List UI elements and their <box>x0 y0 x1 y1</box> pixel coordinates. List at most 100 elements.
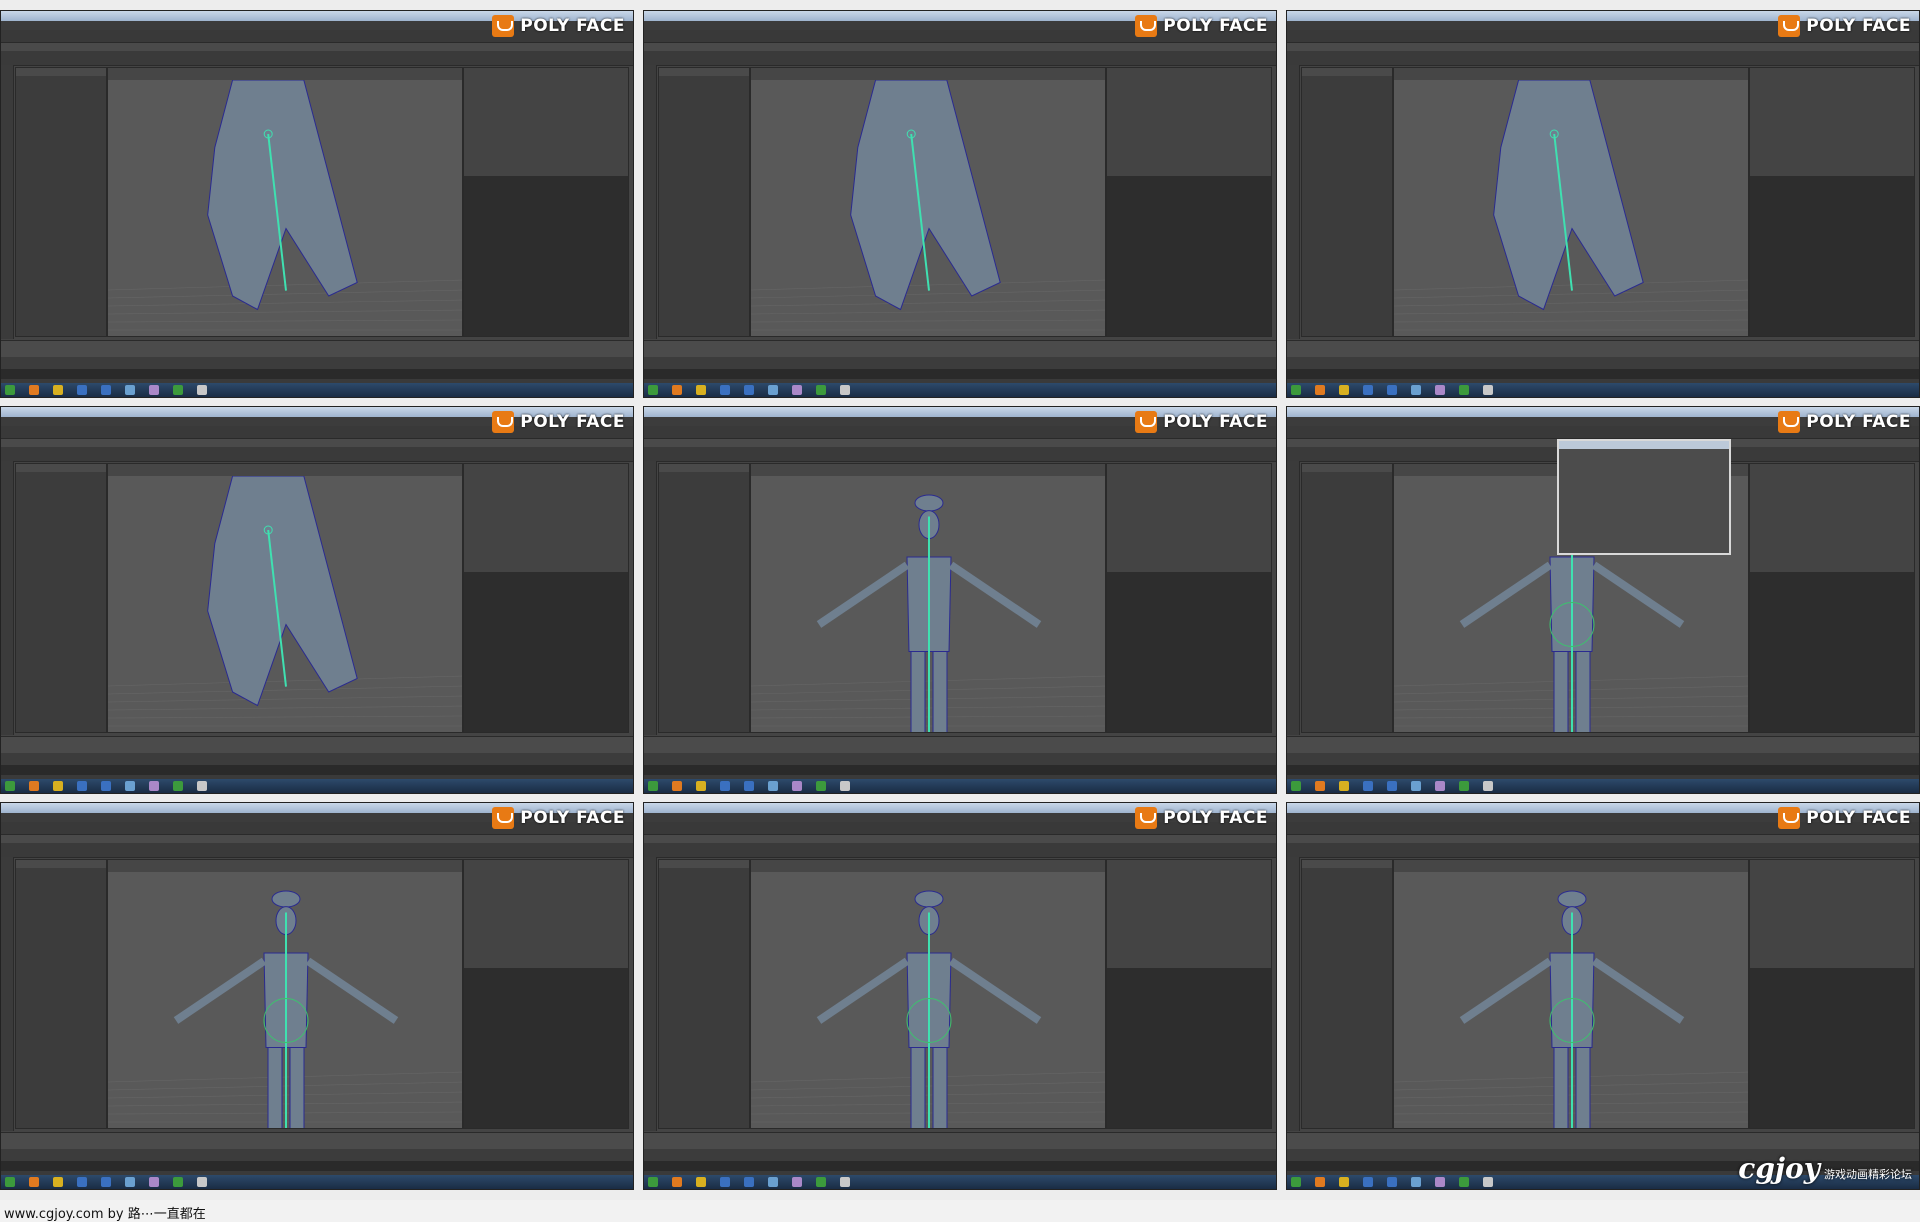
taskbar-app-icon[interactable] <box>1411 385 1421 395</box>
taskbar-app-icon[interactable] <box>672 385 682 395</box>
time-slider[interactable] <box>1287 340 1919 357</box>
viewport-menu-header[interactable] <box>1394 68 1748 80</box>
range-slider[interactable] <box>1287 357 1919 369</box>
channel-box[interactable] <box>463 859 629 1129</box>
outliner-panel[interactable] <box>15 859 107 1129</box>
command-line[interactable] <box>644 369 1276 379</box>
taskbar-app-icon[interactable] <box>5 385 15 395</box>
taskbar-app-icon[interactable] <box>197 385 207 395</box>
shelf-toolbar[interactable] <box>644 447 1276 462</box>
command-line[interactable] <box>1 1161 633 1171</box>
time-slider[interactable] <box>1 1132 633 1149</box>
taskbar-app-icon[interactable] <box>792 781 802 791</box>
toolbox[interactable] <box>1287 461 1300 735</box>
taskbar-app-icon[interactable] <box>125 781 135 791</box>
shelf-tabs[interactable] <box>1 835 633 843</box>
taskbar-app-icon[interactable] <box>840 781 850 791</box>
viewport-menu-header[interactable] <box>751 68 1105 80</box>
toolbox[interactable] <box>644 461 657 735</box>
range-slider[interactable] <box>1287 753 1919 765</box>
taskbar-app-icon[interactable] <box>173 781 183 791</box>
taskbar-app-icon[interactable] <box>1411 781 1421 791</box>
taskbar-app-icon[interactable] <box>1339 385 1349 395</box>
outliner-panel[interactable] <box>15 67 107 337</box>
viewport-menu-header[interactable] <box>1394 860 1748 872</box>
taskbar-app-icon[interactable] <box>1339 781 1349 791</box>
time-slider[interactable] <box>1287 1132 1919 1149</box>
taskbar-app-icon[interactable] <box>1363 385 1373 395</box>
taskbar-app-icon[interactable] <box>53 385 63 395</box>
channel-box[interactable] <box>1106 463 1272 733</box>
outliner-panel[interactable] <box>1301 859 1393 1129</box>
taskbar-app-icon[interactable] <box>5 1177 15 1187</box>
taskbar-app-icon[interactable] <box>1435 385 1445 395</box>
shelf-tabs[interactable] <box>1 43 633 51</box>
range-slider[interactable] <box>644 357 1276 369</box>
channel-box[interactable] <box>1749 859 1915 1129</box>
taskbar-app-icon[interactable] <box>720 385 730 395</box>
3d-viewport[interactable] <box>750 463 1106 733</box>
taskbar-app-icon[interactable] <box>125 1177 135 1187</box>
3d-viewport[interactable] <box>107 859 463 1129</box>
3d-viewport[interactable] <box>107 463 463 733</box>
taskbar-app-icon[interactable] <box>648 1177 658 1187</box>
taskbar-app-icon[interactable] <box>648 781 658 791</box>
taskbar-app-icon[interactable] <box>1387 1177 1397 1187</box>
toolbox[interactable] <box>1 857 14 1131</box>
taskbar-app-icon[interactable] <box>696 781 706 791</box>
3d-viewport[interactable] <box>750 859 1106 1129</box>
command-line[interactable] <box>1 369 633 379</box>
channel-box[interactable] <box>1749 67 1915 337</box>
taskbar-app-icon[interactable] <box>816 781 826 791</box>
taskbar-app-icon[interactable] <box>1291 1177 1301 1187</box>
taskbar-app-icon[interactable] <box>1435 781 1445 791</box>
shelf-tabs[interactable] <box>644 43 1276 51</box>
taskbar-app-icon[interactable] <box>816 1177 826 1187</box>
toolbox[interactable] <box>1 65 14 339</box>
taskbar-app-icon[interactable] <box>816 385 826 395</box>
taskbar-app-icon[interactable] <box>101 781 111 791</box>
taskbar-app-icon[interactable] <box>840 1177 850 1187</box>
range-slider[interactable] <box>1 753 633 765</box>
taskbar-app-icon[interactable] <box>1315 385 1325 395</box>
channel-box[interactable] <box>463 67 629 337</box>
shelf-toolbar[interactable] <box>1 51 633 66</box>
shelf-tabs[interactable] <box>644 439 1276 447</box>
taskbar-app-icon[interactable] <box>1483 385 1493 395</box>
taskbar-app-icon[interactable] <box>1435 1177 1445 1187</box>
channel-box[interactable] <box>1106 859 1272 1129</box>
taskbar-app-icon[interactable] <box>1291 385 1301 395</box>
time-slider[interactable] <box>644 736 1276 753</box>
time-slider[interactable] <box>1 340 633 357</box>
taskbar-app-icon[interactable] <box>792 1177 802 1187</box>
taskbar-app-icon[interactable] <box>197 1177 207 1187</box>
range-slider[interactable] <box>1 357 633 369</box>
taskbar-app-icon[interactable] <box>173 1177 183 1187</box>
taskbar-app-icon[interactable] <box>744 385 754 395</box>
viewport-menu-header[interactable] <box>751 464 1105 476</box>
range-slider[interactable] <box>1 1149 633 1161</box>
shelf-tabs[interactable] <box>644 835 1276 843</box>
toolbox[interactable] <box>644 857 657 1131</box>
taskbar-app-icon[interactable] <box>29 781 39 791</box>
taskbar-app-icon[interactable] <box>29 385 39 395</box>
range-slider[interactable] <box>644 1149 1276 1161</box>
3d-viewport[interactable] <box>107 67 463 337</box>
toolbox[interactable] <box>1 461 14 735</box>
taskbar-app-icon[interactable] <box>720 781 730 791</box>
channel-box[interactable] <box>1749 463 1915 733</box>
shelf-toolbar[interactable] <box>1 843 633 858</box>
taskbar-app-icon[interactable] <box>696 1177 706 1187</box>
viewport-menu-header[interactable] <box>751 860 1105 872</box>
taskbar-app-icon[interactable] <box>53 1177 63 1187</box>
taskbar-app-icon[interactable] <box>672 1177 682 1187</box>
taskbar-app-icon[interactable] <box>672 781 682 791</box>
outliner-panel[interactable] <box>1301 67 1393 337</box>
mirror-joint-options-dialog[interactable] <box>1557 439 1731 555</box>
taskbar-app-icon[interactable] <box>768 1177 778 1187</box>
outliner-panel[interactable] <box>1301 463 1393 733</box>
command-line[interactable] <box>1287 765 1919 775</box>
taskbar-app-icon[interactable] <box>1387 781 1397 791</box>
taskbar-app-icon[interactable] <box>1411 1177 1421 1187</box>
taskbar-app-icon[interactable] <box>77 781 87 791</box>
